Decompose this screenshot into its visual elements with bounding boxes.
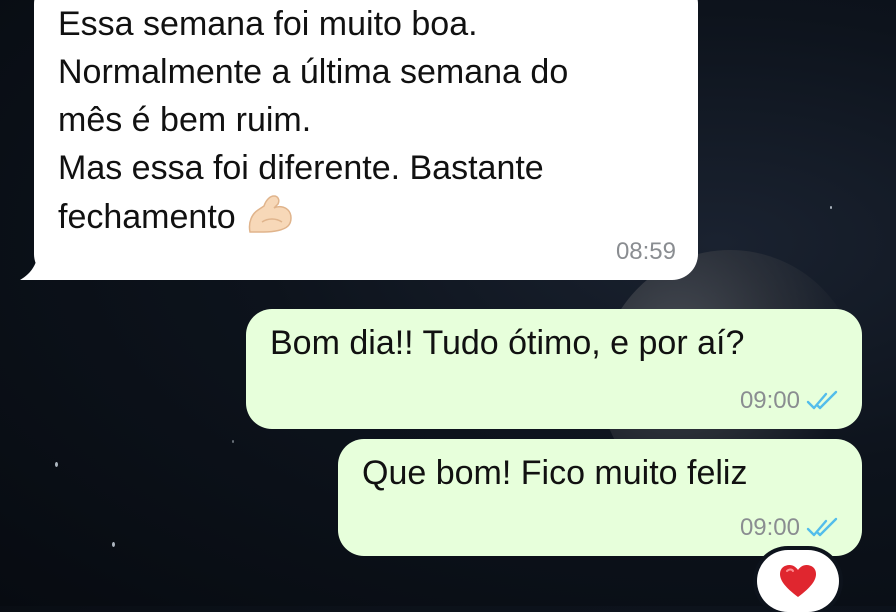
flexed-biceps-emoji-icon <box>248 195 292 233</box>
message-reaction[interactable] <box>757 550 839 612</box>
message-text: Bom dia!! Tudo ótimo, e por aí? <box>270 324 745 362</box>
message-meta: 09:00 <box>740 514 840 542</box>
message-bubble-outgoing[interactable]: Bom dia!! Tudo ótimo, e por aí? 09:00 <box>246 309 862 429</box>
wallpaper-star <box>830 206 832 209</box>
message-text: Essa semana foi muito boa. Normalmente a… <box>58 5 569 236</box>
message-meta: 09:00 <box>740 387 840 415</box>
wallpaper-star <box>55 462 58 467</box>
wallpaper-star <box>232 440 234 443</box>
red-heart-icon <box>780 565 816 597</box>
message-timestamp: 08:59 <box>615 238 676 265</box>
message-text: Que bom! Fico muito feliz <box>362 454 748 492</box>
wallpaper-star <box>112 542 115 547</box>
read-double-check-icon <box>806 390 838 410</box>
read-double-check-icon <box>806 517 838 537</box>
message-timestamp: 09:00 <box>739 514 800 541</box>
message-bubble-outgoing[interactable]: Que bom! Fico muito feliz 09:00 <box>338 439 862 556</box>
message-bubble-incoming[interactable]: Essa semana foi muito boa. Normalmente a… <box>34 0 698 280</box>
message-timestamp: 09:00 <box>739 387 800 414</box>
message-meta: 08:59 <box>616 238 676 266</box>
